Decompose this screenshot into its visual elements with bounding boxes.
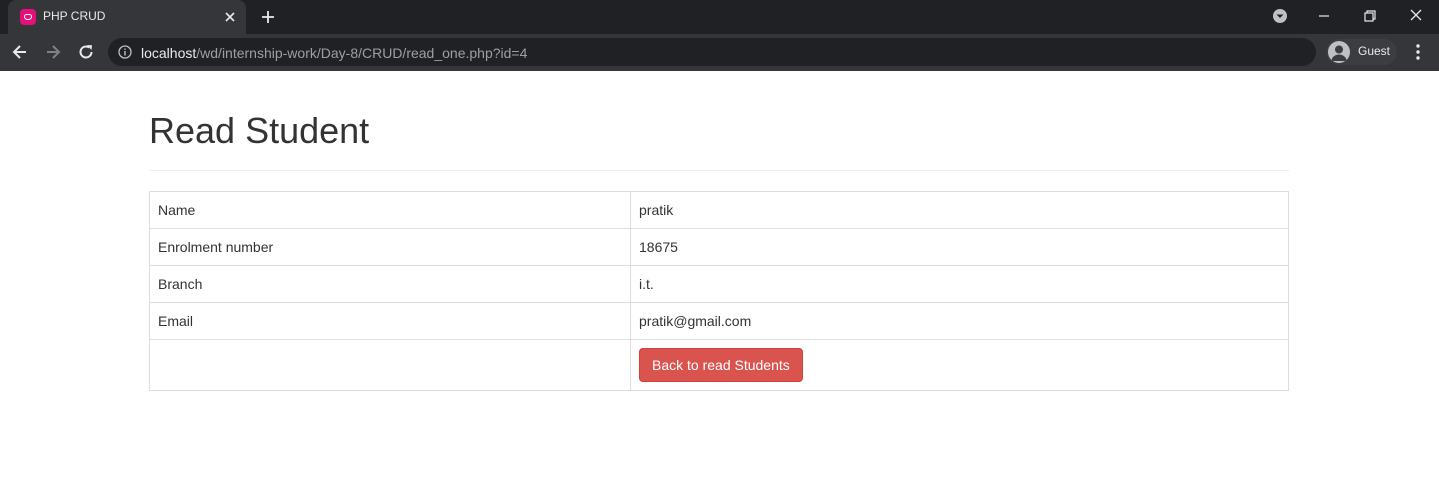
reload-icon[interactable] — [76, 42, 96, 62]
row-value: i.t. — [630, 265, 1289, 303]
page-title: Read Student — [149, 110, 370, 151]
row-label: Enrolment number — [149, 228, 631, 266]
minimize-window-icon[interactable] — [1314, 6, 1334, 26]
row-value: pratik@gmail.com — [630, 302, 1289, 340]
more-menu-icon[interactable] — [1409, 42, 1427, 62]
address-bar[interactable]: localhost/wd/internship-work/Day-8/CRUD/… — [108, 38, 1316, 66]
close-window-icon[interactable] — [1406, 6, 1426, 26]
restore-window-icon[interactable] — [1360, 6, 1380, 26]
profile-button[interactable]: Guest — [1326, 39, 1397, 65]
guest-avatar-icon — [1328, 41, 1350, 63]
row-value: pratik — [630, 191, 1289, 229]
site-info-icon[interactable] — [118, 45, 132, 59]
profile-label: Guest — [1358, 44, 1391, 58]
url-text: localhost/wd/internship-work/Day-8/CRUD/… — [141, 45, 527, 61]
forward-arrow-icon[interactable] — [43, 42, 63, 62]
row-label: Email — [149, 302, 631, 340]
table-row-actions: Back to read Students — [149, 339, 1289, 391]
page-header: Read Student — [149, 111, 1289, 171]
table-row-enrolment: Enrolment number 18675 — [149, 228, 1289, 266]
php-favicon-icon — [20, 9, 36, 25]
back-arrow-icon[interactable] — [10, 42, 30, 62]
back-to-read-students-button[interactable]: Back to read Students — [639, 348, 803, 382]
browser-toolbar: localhost/wd/internship-work/Day-8/CRUD/… — [0, 34, 1439, 71]
close-tab-icon[interactable] — [222, 9, 238, 25]
row-label: Name — [149, 191, 631, 229]
new-tab-icon[interactable] — [259, 8, 277, 26]
row-label: Branch — [149, 265, 631, 303]
browser-tab-bar: PHP CRUD — [0, 0, 1439, 34]
tab-title: PHP CRUD — [43, 9, 106, 23]
table-row-name: Name pratik — [149, 191, 1289, 229]
browser-tab-active[interactable]: PHP CRUD — [8, 0, 246, 34]
url-path: /wd/internship-work/Day-8/CRUD/read_one.… — [196, 45, 528, 61]
page-container: Read Student Name pratik Enrolment numbe… — [149, 71, 1289, 391]
row-value: 18675 — [630, 228, 1289, 266]
url-host: localhost — [141, 45, 197, 61]
table-row-branch: Branch i.t. — [149, 265, 1289, 303]
empty-cell — [149, 339, 631, 391]
action-cell: Back to read Students — [630, 339, 1289, 391]
table-row-email: Email pratik@gmail.com — [149, 302, 1289, 340]
tab-search-icon[interactable] — [1270, 6, 1290, 26]
student-details-table: Name pratik Enrolment number 18675 Branc… — [149, 191, 1289, 391]
